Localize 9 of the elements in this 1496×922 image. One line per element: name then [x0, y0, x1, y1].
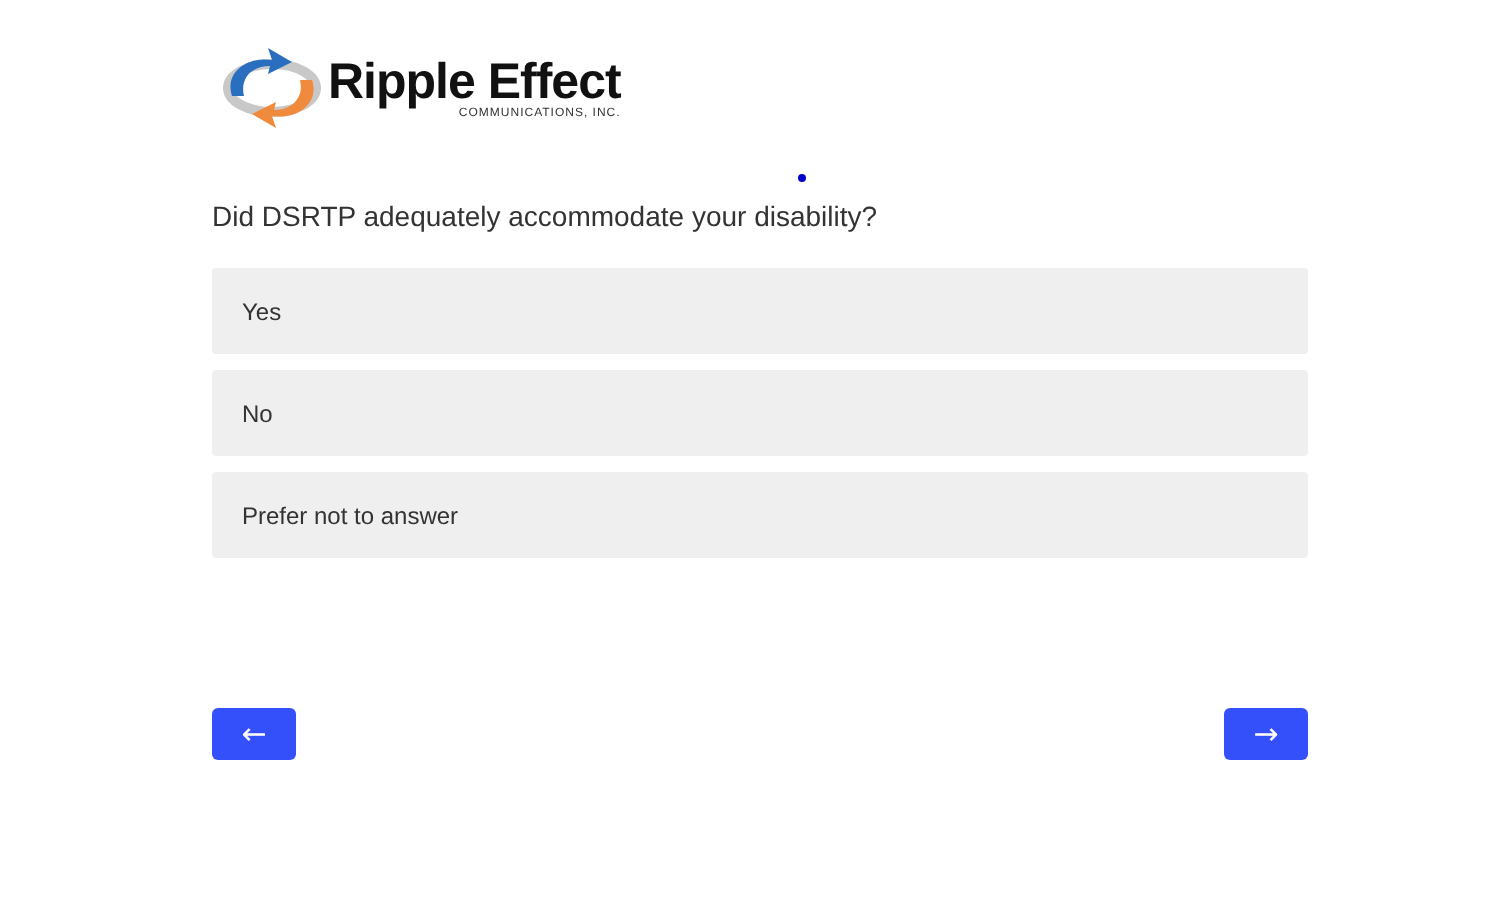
- back-button[interactable]: ←: [212, 708, 296, 760]
- answer-option[interactable]: Prefer not to answer: [212, 472, 1308, 558]
- logo-wordmark: Ripple Effect: [328, 55, 621, 107]
- answer-option[interactable]: Yes: [212, 268, 1308, 354]
- question-text: Did DSRTP adequately accommodate your disability?: [212, 200, 880, 232]
- dot-icon: [798, 174, 806, 182]
- next-button[interactable]: →: [1224, 708, 1308, 760]
- arrows-logo-icon: [220, 44, 324, 132]
- answer-option[interactable]: No: [212, 370, 1308, 456]
